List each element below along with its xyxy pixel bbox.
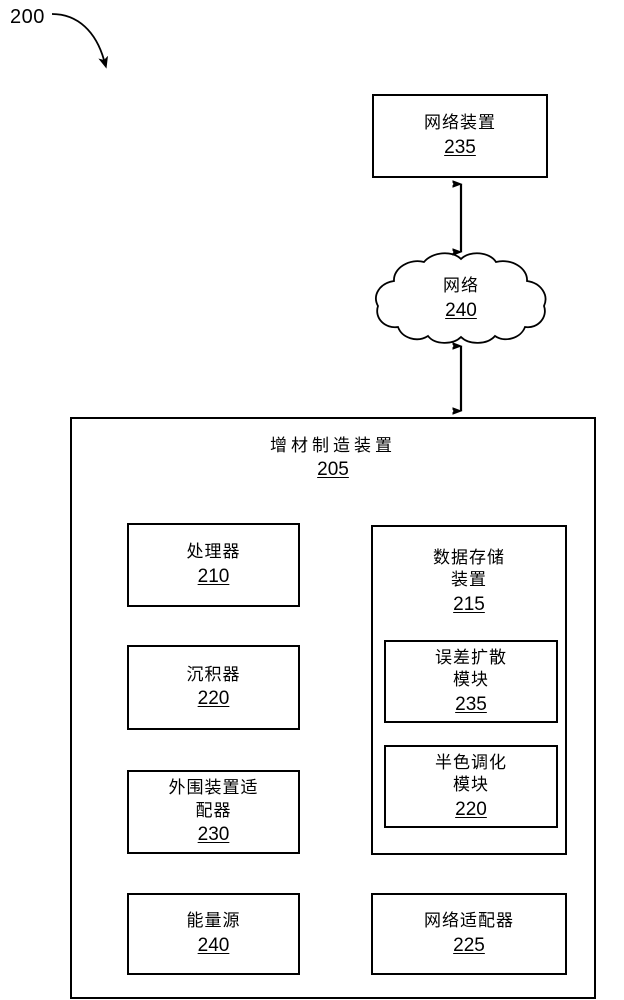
processor-ref: 210	[197, 565, 230, 587]
data-storage-device-node: 数据存储 装置 215 误差扩散 模块 235 半色调化 模块 220	[371, 525, 567, 855]
halftoning-module-node: 半色调化 模块 220	[384, 745, 558, 828]
network-device-title: 网络装置	[424, 113, 496, 133]
error-diffusion-module-title: 误差扩散 模块	[435, 647, 507, 690]
depositor-node: 沉积器 220	[127, 645, 300, 730]
patent-figure-200: 200 网络 240 网络装置 235 增材制造装置 205 处理器 210 沉…	[0, 0, 624, 1000]
peripheral-device-adapter-ref: 230	[197, 824, 230, 846]
network-adapter-node: 网络适配器 225	[371, 893, 567, 975]
additive-manufacturing-device-header: 增材制造装置 205	[72, 435, 594, 482]
figure-number-label: 200	[10, 6, 45, 28]
halftoning-module-ref: 220	[455, 798, 487, 820]
network-adapter-title: 网络适配器	[424, 911, 514, 931]
network-cloud-title: 网络	[443, 276, 479, 296]
energy-source-ref: 240	[197, 934, 230, 956]
data-storage-device-ref: 215	[453, 593, 485, 615]
energy-source-node: 能量源 240	[127, 893, 300, 975]
network-device-ref: 235	[444, 136, 476, 158]
network-cloud-ref: 240	[445, 299, 477, 321]
peripheral-device-adapter-node: 外围装置适 配器 230	[127, 770, 300, 854]
data-storage-device-title: 数据存储 装置	[433, 548, 505, 590]
additive-manufacturing-device-title: 增材制造装置	[270, 436, 396, 455]
halftoning-module-title: 半色调化 模块	[435, 752, 507, 795]
figure-pointer-curve	[51, 13, 108, 69]
network-device-node: 网络装置 235	[372, 94, 548, 178]
error-diffusion-module-node: 误差扩散 模块 235	[384, 640, 558, 723]
error-diffusion-module-ref: 235	[455, 693, 487, 715]
energy-source-title: 能量源	[186, 911, 241, 931]
processor-title: 处理器	[186, 542, 241, 562]
data-storage-device-header: 数据存储 装置 215	[373, 547, 565, 617]
depositor-ref: 220	[197, 688, 230, 710]
peripheral-device-adapter-title: 外围装置适 配器	[168, 778, 259, 820]
network-adapter-ref: 225	[453, 934, 485, 956]
depositor-title: 沉积器	[186, 664, 241, 684]
processor-node: 处理器 210	[127, 523, 300, 607]
additive-manufacturing-device-ref: 205	[317, 459, 349, 481]
network-cloud-node: 网络 240	[395, 268, 527, 330]
